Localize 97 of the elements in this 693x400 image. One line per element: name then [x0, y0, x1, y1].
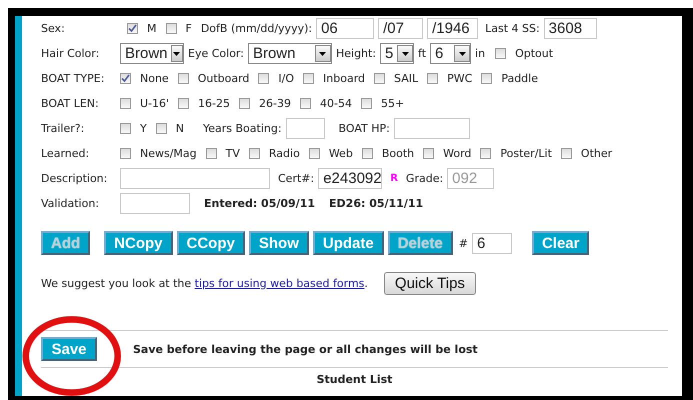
- field-label: BOAT TYPE:: [41, 72, 106, 85]
- checkbox-label: None: [140, 72, 169, 85]
- input-field[interactable]: [394, 118, 470, 139]
- checkbox-label: SAIL: [394, 72, 418, 85]
- field-label: Sex:: [41, 22, 66, 35]
- checkbox[interactable]: [120, 98, 131, 109]
- checkbox-label: F: [186, 22, 192, 35]
- checkbox-label: Paddle: [501, 72, 538, 85]
- field-label: Years Boating:: [202, 122, 282, 135]
- input-field[interactable]: 3608: [544, 18, 597, 39]
- checkbox[interactable]: [178, 98, 190, 109]
- checkbox[interactable]: [120, 73, 131, 84]
- checkbox[interactable]: [360, 98, 372, 109]
- caret-icon: [402, 52, 409, 56]
- checkbox[interactable]: [300, 98, 311, 109]
- input-field[interactable]: 06: [316, 18, 374, 39]
- field-label: DofB (mm/dd/yyyy):: [200, 22, 312, 35]
- quick-tips-button[interactable]: Quick Tips: [384, 272, 476, 294]
- checkbox-label: Poster/Lit: [500, 147, 552, 160]
- checkbox-label: N: [176, 122, 184, 135]
- entered-date: Entered: 05/09/11: [204, 197, 316, 210]
- date-separator: /: [383, 19, 388, 38]
- checkbox[interactable]: [127, 23, 138, 34]
- input-field[interactable]: e243092: [318, 168, 382, 189]
- record-number-field[interactable]: 6: [472, 232, 512, 254]
- checkbox-label: 26-39: [259, 97, 291, 110]
- checkbox[interactable]: [480, 148, 492, 159]
- input-field[interactable]: [286, 118, 325, 139]
- checkbox-label: Web: [328, 147, 353, 160]
- input-field[interactable]: [120, 168, 270, 189]
- flag-label: R: [390, 173, 398, 184]
- field-label: Cert#:: [278, 172, 314, 185]
- field-label: Trailer?:: [41, 122, 86, 135]
- save-warning: Save before leaving the page or all changes will be lost: [133, 342, 478, 356]
- checkbox-label: Y: [140, 122, 147, 135]
- input-field[interactable]: [120, 193, 190, 214]
- dropdown[interactable]: Brown: [120, 43, 184, 64]
- date-separator: /: [432, 19, 436, 38]
- checkbox-label: News/Mag: [140, 147, 197, 160]
- number-sign: #: [458, 236, 468, 250]
- checkbox-label: 40-54: [320, 97, 352, 110]
- checkbox[interactable]: [239, 98, 250, 109]
- checkbox[interactable]: [178, 73, 189, 84]
- field-label: Last 4 SS:: [485, 22, 540, 35]
- caret-icon: [173, 52, 180, 56]
- checkbox-label: TV: [226, 147, 240, 160]
- tips-link[interactable]: tips for using web based forms: [194, 276, 364, 290]
- checkbox-label: Radio: [268, 147, 300, 160]
- ed26-date: ED26: 05/11/11: [329, 197, 424, 210]
- checkbox-label: M: [147, 22, 156, 35]
- checkbox[interactable]: [427, 73, 438, 84]
- checkbox-label: Inboard: [323, 72, 366, 85]
- checkbox[interactable]: [248, 148, 260, 159]
- dropdown[interactable]: 5: [380, 43, 414, 64]
- checkbox-label: Other: [580, 147, 612, 160]
- field-label: BOAT LEN:: [41, 97, 100, 110]
- checkbox-label: Optout: [515, 47, 554, 60]
- caret-icon: [458, 52, 466, 56]
- checkbox[interactable]: [120, 123, 131, 134]
- unit-label: ft: [418, 47, 426, 60]
- checkbox[interactable]: [120, 148, 131, 159]
- dropdown[interactable]: 6: [430, 43, 472, 64]
- checkbox-label: 55+: [380, 97, 404, 110]
- checkbox[interactable]: [258, 73, 270, 84]
- checkbox-label: 16-25: [198, 97, 230, 110]
- field-label: Validation:: [41, 197, 100, 210]
- checkbox-label: PWC: [447, 72, 472, 85]
- field-label: Description:: [41, 172, 108, 185]
- caret-icon: [319, 52, 326, 56]
- dropdown[interactable]: Brown: [248, 43, 332, 64]
- field-label: BOAT HP:: [338, 122, 390, 135]
- checkbox[interactable]: [374, 73, 386, 84]
- checkbox-label: I/O: [278, 72, 294, 85]
- checkbox[interactable]: [156, 123, 167, 134]
- checkbox-label: Outboard: [198, 72, 250, 85]
- student-list-title: Student List: [316, 373, 394, 386]
- checkbox[interactable]: [308, 148, 320, 159]
- checkbox-label: Word: [443, 147, 472, 160]
- checkbox[interactable]: [166, 23, 176, 34]
- checkbox[interactable]: [362, 148, 373, 159]
- field-label: Eye Color:: [188, 47, 244, 60]
- unit-label: in: [475, 47, 486, 60]
- field-label: Learned:: [41, 147, 90, 160]
- suggestion-text: We suggest you look at the tips for using web based forms.: [41, 276, 368, 290]
- checkbox[interactable]: [481, 73, 492, 84]
- checkbox[interactable]: [560, 148, 572, 159]
- checkbox[interactable]: [495, 48, 506, 59]
- input-field[interactable]: /07: [378, 18, 424, 39]
- checkbox-label: Booth: [382, 147, 414, 160]
- field-label: Height:: [336, 47, 376, 60]
- input-field[interactable]: /1946: [427, 18, 478, 39]
- field-label: Hair Color:: [41, 47, 100, 60]
- checkbox[interactable]: [206, 148, 217, 159]
- field-label: Grade:: [406, 172, 444, 185]
- checkbox[interactable]: [423, 148, 434, 159]
- checkbox[interactable]: [303, 73, 314, 84]
- checkbox-label: U-16': [140, 97, 170, 110]
